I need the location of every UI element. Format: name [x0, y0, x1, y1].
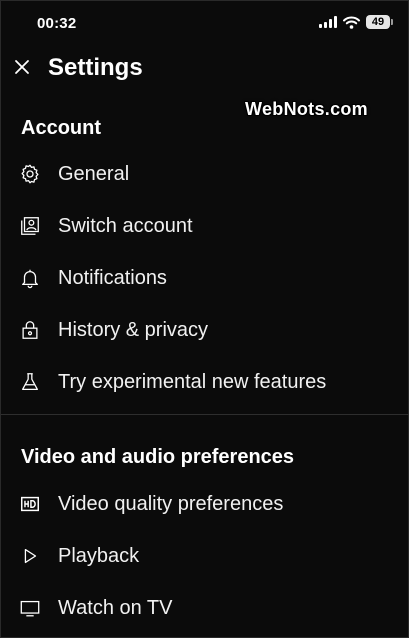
- page-title: Settings: [48, 54, 143, 81]
- flask-icon: [19, 371, 41, 393]
- menu-item-general[interactable]: General: [1, 150, 409, 198]
- menu-item-label: Try experimental new features: [58, 370, 327, 393]
- section-title-account: Account: [21, 117, 101, 139]
- lock-icon: [19, 319, 41, 341]
- switch-account-icon: [19, 215, 41, 237]
- settings-screen: 00:32 49 Settings WebNots.com Account Ge…: [0, 0, 409, 638]
- close-icon[interactable]: [13, 58, 31, 76]
- bell-icon: [19, 267, 41, 289]
- play-icon: [19, 545, 41, 567]
- menu-item-label: History & privacy: [58, 318, 209, 341]
- battery-icon: 49: [366, 15, 393, 29]
- menu-item-video-quality[interactable]: Video quality preferences: [1, 480, 409, 528]
- watermark: WebNots.com: [245, 99, 368, 119]
- menu-item-playback[interactable]: Playback: [1, 532, 409, 580]
- wifi-icon: [343, 16, 360, 29]
- menu-item-switch-account[interactable]: Switch account: [1, 202, 409, 250]
- menu-item-label: Video quality preferences: [58, 492, 284, 515]
- menu-item-experimental-features[interactable]: Try experimental new features: [1, 358, 409, 406]
- menu-item-notifications[interactable]: Notifications: [1, 254, 409, 302]
- tv-icon: [19, 597, 41, 619]
- signal-icon: [319, 16, 337, 28]
- menu-item-label: Playback: [58, 544, 140, 567]
- gear-icon: [19, 163, 41, 185]
- header: Settings: [1, 45, 409, 91]
- status-icons: 49: [319, 15, 393, 29]
- hd-icon: [19, 493, 41, 515]
- menu-item-label: Watch on TV: [58, 596, 173, 619]
- menu-item-label: Switch account: [58, 214, 193, 237]
- status-time: 00:32: [37, 15, 77, 32]
- section-divider: [1, 414, 409, 415]
- menu-item-label: Notifications: [58, 266, 167, 289]
- section-title-video-audio: Video and audio preferences: [21, 446, 295, 468]
- menu-item-history-privacy[interactable]: History & privacy: [1, 306, 409, 354]
- menu-item-label: General: [58, 162, 130, 185]
- status-bar: 00:32 49: [1, 1, 409, 45]
- menu-item-watch-on-tv[interactable]: Watch on TV: [1, 584, 409, 632]
